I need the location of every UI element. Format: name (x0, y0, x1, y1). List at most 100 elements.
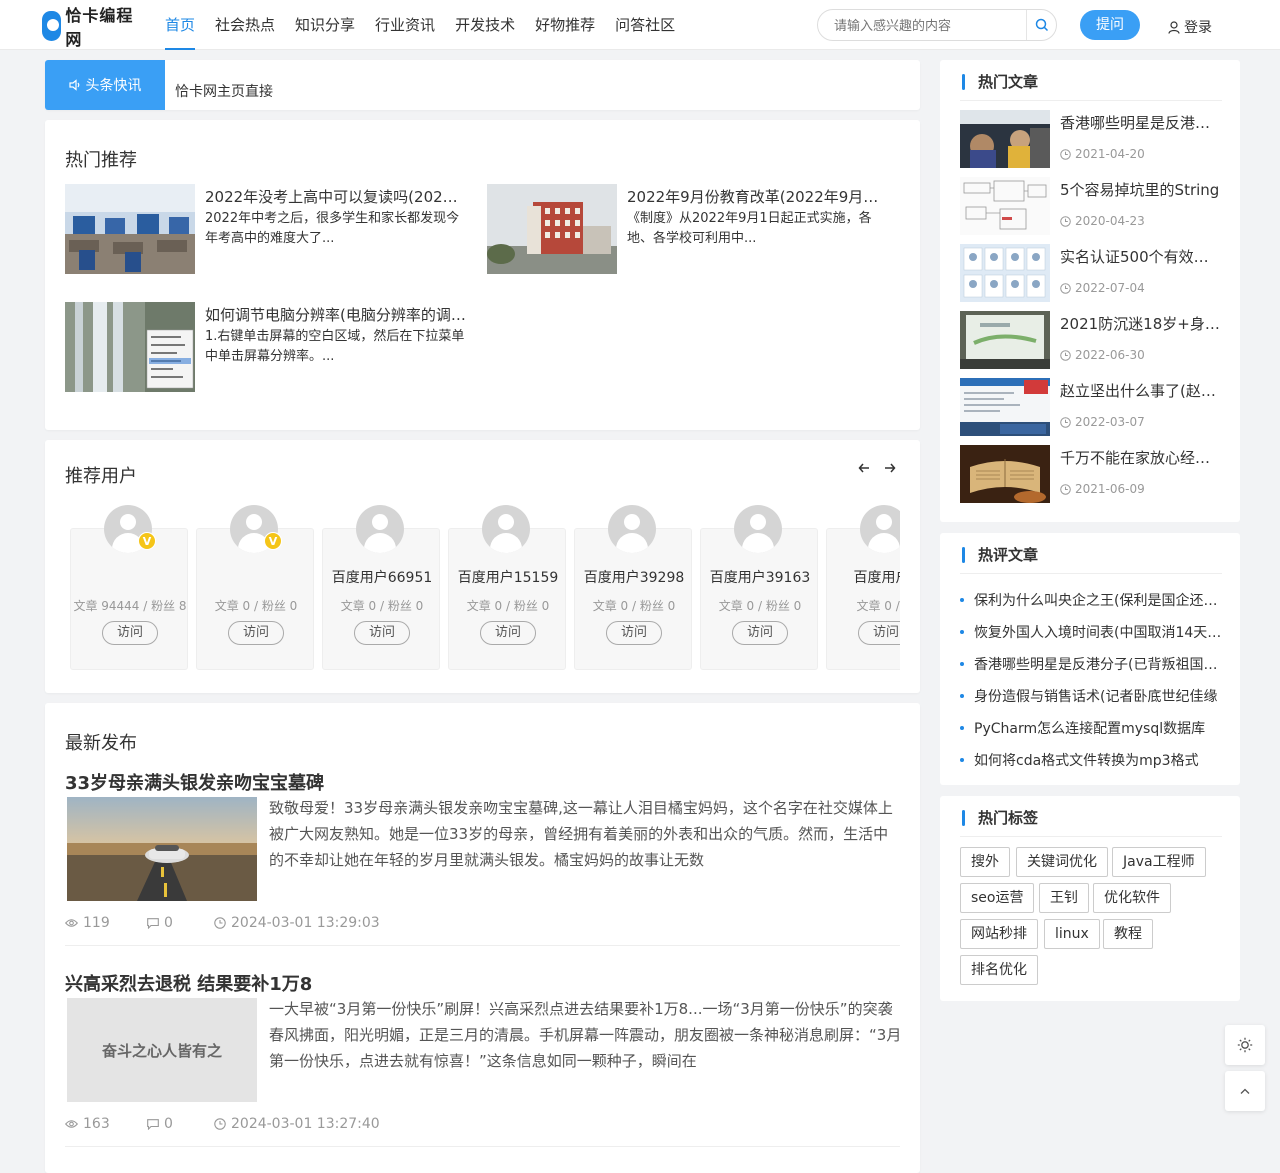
recommend-thumbnail[interactable] (65, 302, 195, 392)
tag-link[interactable]: 关键词优化 (1016, 847, 1108, 877)
user-stats: 文章 94444 / 粉丝 8 (73, 599, 187, 613)
article-title[interactable]: 香港哪些明星是反港分子 (1060, 112, 1222, 133)
post-thumbnail[interactable]: 奋斗之心人皆有之 (67, 998, 257, 1102)
hot-comment-link[interactable]: 保利为什么叫央企之王(保利是国企还是央企 (960, 590, 1222, 610)
user-name[interactable]: 百度用户39163 (701, 567, 819, 587)
hot-article-item[interactable]: 赵立坚出什么事了(赵立坚 2022-03-07 (960, 378, 1222, 436)
user-card[interactable]: 百度用户9 文章 0 / 粉 访问 (826, 505, 900, 670)
article-title[interactable]: 5个容易掉坑里的String (1060, 179, 1222, 200)
visit-button[interactable]: 访问 (480, 621, 536, 645)
hot-article-item[interactable]: 实名认证500个有效身份证 2022-07-04 (960, 244, 1222, 302)
hot-comment-link[interactable]: 恢复外国人入境时间表(中国取消14天隔离 (960, 622, 1222, 642)
search-box (817, 9, 1057, 41)
article-date: 2022-03-07 (1060, 415, 1145, 429)
post-thumbnail[interactable] (67, 797, 257, 901)
visit-button[interactable]: 访问 (102, 621, 158, 645)
view-count: 163 (65, 1116, 147, 1132)
user-name[interactable]: 百度用户66951 (323, 567, 441, 587)
nav-item-industry[interactable]: 行业资讯 (365, 0, 445, 50)
nav-item-dev[interactable]: 开发技术 (445, 0, 525, 50)
nav-item-qa[interactable]: 问答社区 (605, 0, 685, 50)
article-thumbnail[interactable] (960, 311, 1050, 369)
user-name[interactable]: 百度用户39298 (575, 567, 693, 587)
post-meta: 163 0 2024-03-01 13:27:40 (65, 1116, 380, 1132)
hot-article-item[interactable]: 2021防沉迷18岁+身份证 2022-06-30 (960, 311, 1222, 369)
article-title[interactable]: 2021防沉迷18岁+身份证 (1060, 313, 1222, 334)
divider (65, 945, 900, 946)
login-link[interactable]: 登录 (1168, 17, 1212, 37)
article-thumbnail[interactable] (960, 378, 1050, 436)
back-to-top-button[interactable] (1225, 1071, 1265, 1111)
hot-article-item[interactable]: 5个容易掉坑里的String 2020-04-23 (960, 177, 1222, 235)
logo-text: 恰卡编程网 (65, 6, 134, 49)
hot-article-item[interactable]: 香港哪些明星是反港分子 2021-04-20 (960, 110, 1222, 168)
site-logo[interactable]: 恰卡编程网 (42, 6, 140, 49)
user-card[interactable]: V 文章 94444 / 粉丝 8 访问 (70, 505, 188, 670)
article-thumbnail[interactable] (960, 445, 1050, 503)
avatar[interactable] (356, 505, 404, 553)
article-thumbnail[interactable] (960, 244, 1050, 302)
tag-link[interactable]: seo运营 (960, 883, 1035, 913)
hot-recommend-section: 热门推荐 2022年没考上高中可以复读吗(2022年中考之后 2022年中考之后… (45, 120, 920, 430)
nav-item-goods[interactable]: 好物推荐 (525, 0, 605, 50)
article-title[interactable]: 赵立坚出什么事了(赵立坚 (1060, 380, 1222, 401)
recommend-item[interactable]: 如何调节电脑分辨率(电脑分辨率的调整方法 1.右键单击屏幕的空白区域，然后在下拉… (65, 302, 467, 392)
article-title[interactable]: 实名认证500个有效身份证 (1060, 246, 1222, 267)
vip-badge-icon: V (264, 532, 282, 550)
tag-link[interactable]: 排名优化 (960, 955, 1038, 985)
nav-item-knowledge[interactable]: 知识分享 (285, 0, 365, 50)
hot-comment-link[interactable]: PyCharm怎么连接配置mysql数据库 (960, 718, 1222, 738)
article-thumbnail[interactable] (960, 110, 1050, 168)
headline-text[interactable]: 恰卡网主页直接 (175, 81, 273, 101)
avatar[interactable] (860, 505, 900, 553)
tag-link[interactable]: 优化软件 (1093, 883, 1171, 913)
post-title[interactable]: 33岁母亲满头银发亲吻宝宝墓碑 (65, 769, 324, 795)
recommend-title[interactable]: 2022年没考上高中可以复读吗(2022年中考之后 (205, 186, 467, 207)
recommend-item[interactable]: 2022年没考上高中可以复读吗(2022年中考之后 2022年中考之后，很多学生… (65, 184, 467, 274)
user-name[interactable]: 百度用户9 (827, 567, 900, 587)
visit-button[interactable]: 访问 (228, 621, 284, 645)
nav-item-home[interactable]: 首页 (155, 0, 205, 50)
recommend-thumbnail[interactable] (65, 184, 195, 274)
avatar[interactable] (608, 505, 656, 553)
post-title[interactable]: 兴高采烈去退税 结果要补1万8 (65, 970, 312, 996)
tag-link[interactable]: 搜外 (960, 847, 1010, 877)
user-card[interactable]: 百度用户39298 文章 0 / 粉丝 0 访问 (574, 505, 693, 670)
user-card[interactable]: 百度用户39163 文章 0 / 粉丝 0 访问 (700, 505, 819, 670)
hot-comment-link[interactable]: 身份造假与销售话术(记者卧底世纪佳缘 (960, 686, 1222, 706)
visit-button[interactable]: 访问 (606, 621, 662, 645)
hot-comment-link[interactable]: 如何将cda格式文件转换为mp3格式 (960, 750, 1222, 770)
recommend-title[interactable]: 如何调节电脑分辨率(电脑分辨率的调整方法 (205, 304, 467, 325)
theme-toggle-button[interactable] (1225, 1025, 1265, 1065)
view-count: 119 (65, 915, 147, 931)
user-card[interactable]: V 文章 0 / 粉丝 0 访问 (196, 505, 314, 670)
clock-icon (1060, 349, 1071, 361)
recommend-title[interactable]: 2022年9月份教育改革(2022年9月份教育改革 (627, 186, 889, 207)
widget-title: 热评文章 (960, 545, 1038, 565)
hot-article-item[interactable]: 千万不能在家放心经的原因 2021-06-09 (960, 445, 1222, 503)
arrow-right-icon[interactable] (884, 462, 896, 474)
tag-link[interactable]: 网站秒排 (960, 919, 1038, 949)
tag-link[interactable]: linux (1044, 919, 1100, 949)
nav-item-social[interactable]: 社会热点 (205, 0, 285, 50)
search-button[interactable] (1026, 10, 1056, 40)
article-title[interactable]: 千万不能在家放心经的原因 (1060, 447, 1222, 468)
tag-link[interactable]: Java工程师 (1112, 847, 1206, 877)
visit-button[interactable]: 访问 (732, 621, 788, 645)
ask-button[interactable]: 提问 (1080, 10, 1140, 40)
article-thumbnail[interactable] (960, 177, 1050, 235)
user-card[interactable]: 百度用户15159 文章 0 / 粉丝 0 访问 (448, 505, 567, 670)
avatar[interactable] (734, 505, 782, 553)
tag-link[interactable]: 王钊 (1039, 883, 1089, 913)
arrow-left-icon[interactable] (858, 462, 870, 474)
user-name[interactable]: 百度用户15159 (449, 567, 567, 587)
recommend-item[interactable]: 2022年9月份教育改革(2022年9月份教育改革 《制度》从2022年9月1日… (487, 184, 889, 274)
visit-button[interactable]: 访问 (858, 621, 900, 645)
hot-comment-link[interactable]: 香港哪些明星是反港分子(已背叛祖国的明星 (960, 654, 1222, 674)
visit-button[interactable]: 访问 (354, 621, 410, 645)
tag-link[interactable]: 教程 (1103, 919, 1153, 949)
recommend-thumbnail[interactable] (487, 184, 617, 274)
avatar[interactable] (482, 505, 530, 553)
user-card[interactable]: 百度用户66951 文章 0 / 粉丝 0 访问 (322, 505, 441, 670)
search-input[interactable] (818, 10, 1026, 40)
